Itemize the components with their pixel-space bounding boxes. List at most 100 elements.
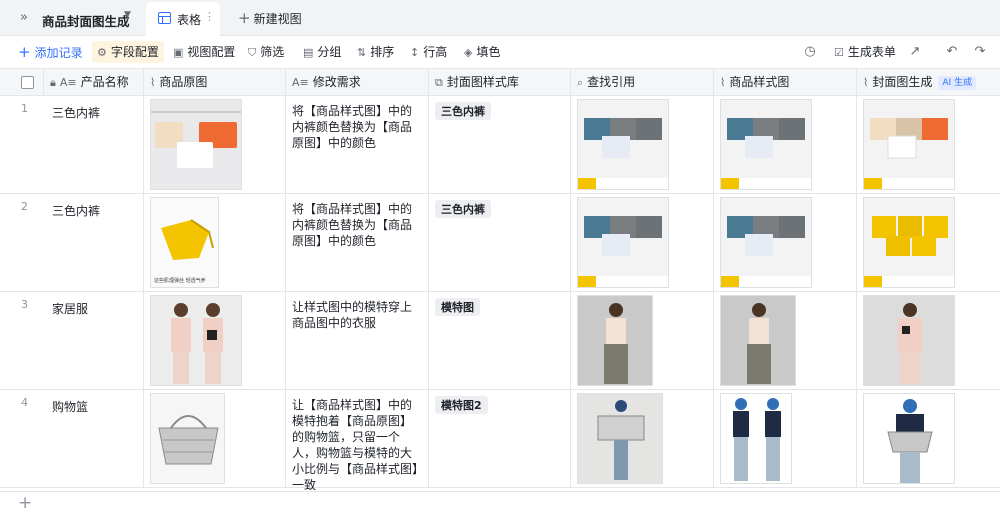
redo-icon[interactable]: ↷ bbox=[972, 44, 988, 60]
cell-lookup[interactable] bbox=[571, 96, 714, 193]
style-image-thumb[interactable] bbox=[720, 99, 812, 190]
original-image-thumb[interactable]: 这些肌理弹丝 轻透气养 bbox=[150, 197, 219, 288]
original-image-thumb[interactable] bbox=[150, 393, 225, 484]
add-row-bar: + bbox=[0, 491, 1000, 515]
generate-form-button[interactable]: ☑ 生成表单 bbox=[834, 43, 896, 63]
cell-style-image[interactable] bbox=[714, 96, 857, 193]
cell-lookup[interactable] bbox=[571, 194, 714, 291]
column-header-requirement[interactable]: A≡ 修改需求 bbox=[286, 69, 429, 96]
automation-icon[interactable]: ◷ bbox=[802, 44, 818, 60]
lookup-image-thumb[interactable] bbox=[577, 197, 669, 288]
group-button[interactable]: ▤ 分组 bbox=[303, 43, 341, 63]
cell-original-image[interactable] bbox=[144, 390, 286, 487]
column-header-style-library[interactable]: ⧉ 封面图样式库 bbox=[429, 69, 571, 96]
view-icon: ▣ bbox=[173, 46, 184, 59]
attachment-icon: ⌇ bbox=[150, 76, 156, 89]
cell-name[interactable]: 三色内裤 bbox=[44, 194, 144, 291]
grid-header: 🔒︎ A≡ 产品名称 ⌇ 商品原图 A≡ 修改需求 ⧉ 封面图样式库 ⌕ 查找引用 ⌇ 商品样… bbox=[0, 68, 1000, 96]
cell-original-image[interactable] bbox=[144, 292, 286, 389]
select-all-cell bbox=[0, 69, 44, 96]
share-icon[interactable]: ↗ bbox=[907, 44, 923, 60]
column-header-cover-gen[interactable]: ⌇ 封面图生成 AI 生成 bbox=[857, 69, 1000, 96]
add-record-button[interactable]: + 添加记录 bbox=[18, 43, 83, 63]
table-name[interactable]: 商品封面图生成 bbox=[42, 11, 130, 30]
underwear-style-image bbox=[721, 198, 811, 287]
select-all-checkbox[interactable] bbox=[21, 76, 34, 89]
column-header-style-image[interactable]: ⌇ 商品样式图 bbox=[714, 69, 857, 96]
style-image-thumb[interactable] bbox=[720, 197, 812, 288]
loungewear-image bbox=[151, 296, 241, 385]
style-image-thumb[interactable] bbox=[720, 295, 796, 386]
sort-button[interactable]: ⇅ 排序 bbox=[357, 43, 394, 63]
cell-cover-gen[interactable] bbox=[857, 96, 1000, 193]
original-image-thumb[interactable] bbox=[150, 295, 242, 386]
lookup-image-thumb[interactable] bbox=[577, 99, 669, 190]
cell-style-image[interactable] bbox=[714, 292, 857, 389]
style-tag[interactable]: 三色内裤 bbox=[435, 200, 491, 218]
cell-name[interactable]: 购物篮 bbox=[44, 390, 144, 487]
expand-sidebar-icon[interactable]: » bbox=[16, 9, 32, 27]
generated-image-thumb[interactable] bbox=[863, 197, 955, 288]
style-tag[interactable]: 模特图 bbox=[435, 298, 480, 316]
cell-style-library[interactable]: 模特图 bbox=[429, 292, 571, 389]
requirement-text: 让样式图中的模特穿上商品图中的衣服 bbox=[292, 300, 413, 330]
underwear-image bbox=[151, 100, 241, 189]
column-header-lookup[interactable]: ⌕ 查找引用 bbox=[571, 69, 714, 96]
cell-style-library[interactable]: 模特图2 bbox=[429, 390, 571, 487]
cell-name[interactable]: 三色内裤 bbox=[44, 96, 144, 193]
view-config-button[interactable]: ▣ 视图配置 bbox=[173, 43, 235, 63]
cell-requirement[interactable]: 让【商品样式图】中的模特抱着【商品原图】的购物篮，只留一个人，购物篮与模特的大小… bbox=[286, 390, 429, 492]
row-height-label: 行高 bbox=[423, 45, 448, 59]
tab-grid-view[interactable]: 表格 ⋮ bbox=[146, 2, 220, 37]
table-row[interactable]: 2 三色内裤 这些肌理弹丝 轻透气养 将【商品样式图】中的内裤颜色替换为【商品原… bbox=[0, 194, 1000, 292]
lookup-image-thumb[interactable] bbox=[577, 393, 663, 484]
column-title: 查找引用 bbox=[587, 75, 636, 89]
cell-lookup[interactable] bbox=[571, 292, 714, 389]
style-image-thumb[interactable] bbox=[720, 393, 792, 484]
new-view-button[interactable]: + 新建视图 bbox=[238, 9, 302, 27]
column-header-original-image[interactable]: ⌇ 商品原图 bbox=[144, 69, 286, 96]
cell-cover-gen[interactable] bbox=[857, 292, 1000, 389]
original-image-thumb[interactable] bbox=[150, 99, 242, 190]
generated-image-thumb[interactable] bbox=[863, 295, 955, 386]
filter-button[interactable]: ⛉ 筛选 bbox=[248, 43, 284, 63]
row-height-button[interactable]: ↕ 行高 bbox=[410, 43, 447, 63]
more-icon[interactable]: ⋮ bbox=[204, 10, 215, 23]
cell-name[interactable]: 家居服 bbox=[44, 292, 144, 389]
column-header-name[interactable]: 🔒︎ A≡ 产品名称 bbox=[44, 69, 144, 96]
fill-color-button[interactable]: ◈ 填色 bbox=[464, 43, 500, 63]
fill-color-label: 填色 bbox=[476, 45, 501, 59]
row-height-icon: ↕ bbox=[410, 46, 420, 59]
cell-requirement[interactable]: 让样式图中的模特穿上商品图中的衣服 bbox=[286, 292, 429, 389]
cell-cover-gen[interactable] bbox=[857, 194, 1000, 291]
cell-requirement[interactable]: 将【商品样式图】中的内裤颜色替换为【商品原图】中的颜色 bbox=[286, 96, 429, 193]
chevron-down-icon[interactable]: ▼ bbox=[124, 10, 131, 20]
style-tag[interactable]: 三色内裤 bbox=[435, 102, 491, 120]
top-bar: » 商品封面图生成 ▼ 表格 ⋮ + 新建视图 bbox=[0, 0, 1000, 37]
requirement-text: 让【商品样式图】中的模特抱着【商品原图】的购物篮，只留一个人，购物篮与模特的大小… bbox=[292, 398, 419, 492]
cell-style-image[interactable] bbox=[714, 390, 857, 487]
style-tag[interactable]: 模特图2 bbox=[435, 396, 488, 414]
field-config-button[interactable]: ⚙ 字段配置 bbox=[92, 41, 164, 63]
lookup-image-thumb[interactable] bbox=[577, 295, 653, 386]
cell-original-image[interactable] bbox=[144, 96, 286, 193]
cell-lookup[interactable] bbox=[571, 390, 714, 487]
tab-label: 表格 bbox=[177, 13, 202, 27]
table-row[interactable]: 3 家居服 让样式图中的模特穿上商品图中的衣服 模特图 bbox=[0, 292, 1000, 390]
group-label: 分组 bbox=[317, 45, 342, 59]
cell-original-image[interactable]: 这些肌理弹丝 轻透气养 bbox=[144, 194, 286, 291]
undo-icon[interactable]: ↶ bbox=[944, 44, 960, 60]
generated-underwear-image bbox=[864, 100, 954, 189]
cell-style-image[interactable] bbox=[714, 194, 857, 291]
generated-image-thumb[interactable] bbox=[863, 99, 955, 190]
table-row[interactable]: 1 三色内裤 将【商品样式图】中的内裤颜色替换为【商品原图】中的颜色 三色内裤 bbox=[0, 96, 1000, 194]
cell-cover-gen[interactable] bbox=[857, 390, 1000, 487]
table-row[interactable]: 4 购物篮 让【商品样式图】中的模特抱着【商品原图】的购物篮，只留一个人，购物篮… bbox=[0, 390, 1000, 492]
cell-requirement[interactable]: 将【商品样式图】中的内裤颜色替换为【商品原图】中的颜色 bbox=[286, 194, 429, 291]
add-row-plus-icon[interactable]: + bbox=[18, 493, 32, 513]
cell-style-library[interactable]: 三色内裤 bbox=[429, 96, 571, 193]
underwear-style-image bbox=[721, 100, 811, 189]
product-name: 三色内裤 bbox=[52, 106, 101, 120]
cell-style-library[interactable]: 三色内裤 bbox=[429, 194, 571, 291]
generated-image-thumb[interactable] bbox=[863, 393, 955, 484]
